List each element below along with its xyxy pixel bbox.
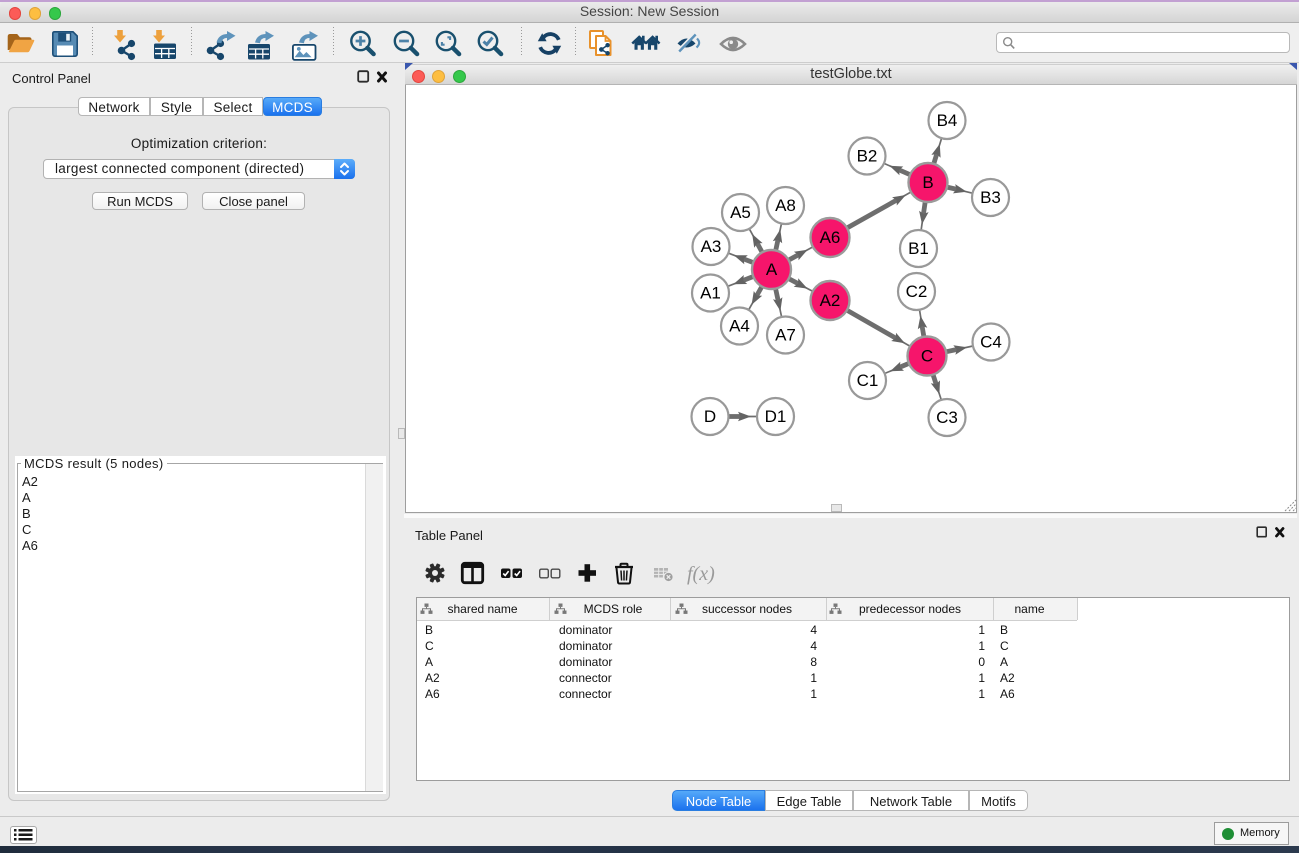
svg-text:C3: C3: [936, 408, 958, 427]
svg-text:A8: A8: [775, 196, 796, 215]
svg-text:B1: B1: [908, 239, 929, 258]
svg-text:C4: C4: [980, 333, 1002, 352]
svg-text:A5: A5: [730, 203, 751, 222]
svg-text:A7: A7: [775, 326, 796, 345]
svg-text:A: A: [766, 260, 778, 279]
svg-text:A2: A2: [820, 291, 841, 310]
svg-text:C: C: [921, 347, 933, 366]
svg-text:D1: D1: [765, 407, 787, 426]
svg-text:A1: A1: [700, 284, 721, 303]
svg-text:D: D: [704, 407, 716, 426]
svg-text:f(x): f(x): [687, 563, 715, 585]
svg-text:B3: B3: [980, 188, 1001, 207]
svg-text:C2: C2: [906, 282, 928, 301]
svg-text:B: B: [922, 173, 933, 192]
svg-text:B4: B4: [937, 111, 958, 130]
svg-text:A3: A3: [701, 237, 722, 256]
svg-text:B2: B2: [857, 147, 878, 166]
svg-text:A4: A4: [729, 317, 750, 336]
svg-text:C1: C1: [857, 371, 879, 390]
svg-text:A6: A6: [820, 228, 841, 247]
